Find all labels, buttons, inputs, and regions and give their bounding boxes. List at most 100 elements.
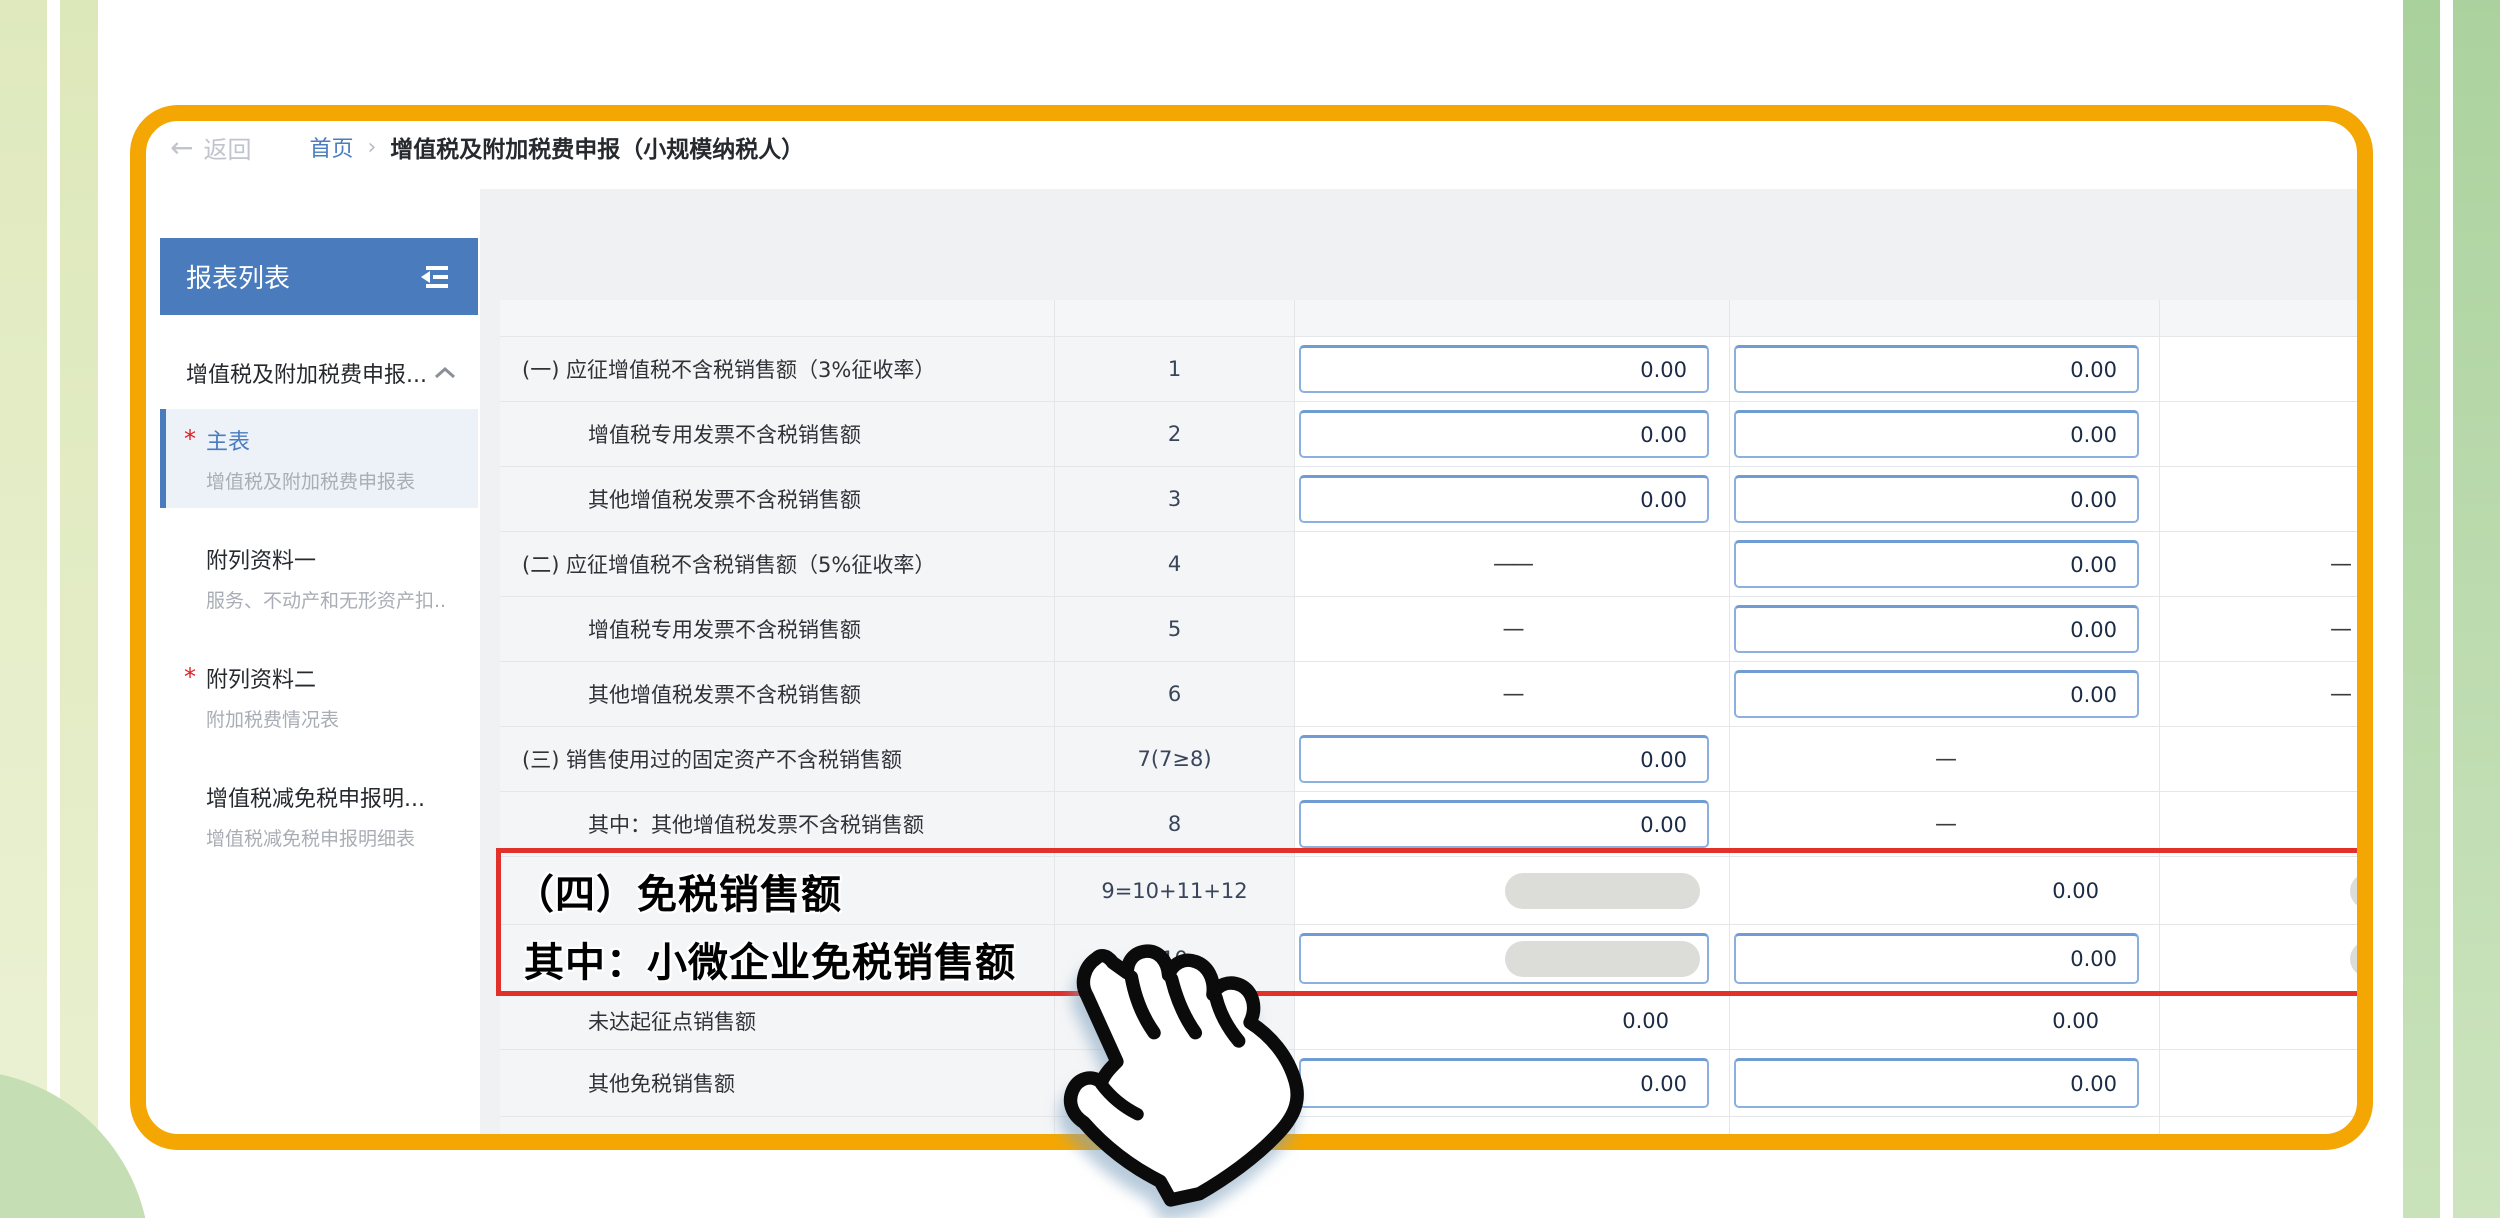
- dash-placeholder: —: [2160, 552, 2373, 577]
- sidebar-item-main-form[interactable]: * 主表 增值税及附加税费申报表: [160, 409, 478, 508]
- sidebar-item-subtitle: 增值税减免税申报明细表: [206, 824, 468, 851]
- back-button[interactable]: 返回: [203, 130, 251, 165]
- amount-input[interactable]: 0.00: [1734, 1058, 2139, 1108]
- right-inner-deco-bar: [2403, 0, 2440, 1218]
- row-number: 13(1: [1055, 1117, 1295, 1150]
- value-cell: 0.00: [1730, 1117, 2160, 1150]
- tutorial-slide: ← 返回 首页 › 增值税及附加税费申报（小规模纳税人） (一) 应征增值税不含…: [0, 0, 2500, 1218]
- sidebar-group-header[interactable]: 增值税及附加税费申报...: [160, 357, 478, 389]
- value-cell: —: [2160, 662, 2373, 726]
- sidebar-item-appendix-1[interactable]: 附列资料一 服务、不动产和无形资产扣..: [160, 528, 478, 627]
- value-cell: [1730, 300, 2160, 336]
- row-label: (一) 应征增值税不含税销售额（3%征收率）: [500, 337, 1055, 401]
- row-number: 4: [1055, 532, 1295, 596]
- left-outer-deco-bar: [0, 0, 47, 1218]
- row-label: 其他增值税发票不含税销售额: [500, 467, 1055, 531]
- value-cell: [2160, 337, 2373, 401]
- sidebar-item-appendix-2[interactable]: * 附列资料二 附加税费情况表: [160, 647, 478, 746]
- table-row: 其他增值税发票不含税销售额30.000.00: [500, 467, 2373, 532]
- amount-input[interactable]: 0.00: [1734, 475, 2139, 523]
- left-inner-deco-bar: [60, 0, 98, 1218]
- row-label: 增值税专用发票不含税销售额: [500, 402, 1055, 466]
- value-cell: 0.00: [1730, 532, 2160, 596]
- right-outer-deco-bar: [2453, 0, 2500, 1218]
- row-number: 10: [1055, 925, 1295, 992]
- sidebar-header: 报表列表: [160, 238, 478, 315]
- sidebar-item-title: 附列资料一: [206, 543, 468, 575]
- row-number: [1055, 993, 1295, 1049]
- value-cell: ——: [1295, 532, 1730, 596]
- amount-input[interactable]: 0.00: [1299, 1058, 1709, 1108]
- breadcrumb-home-link[interactable]: 首页: [309, 131, 353, 163]
- amount-input[interactable]: 0.00: [1299, 345, 1709, 393]
- value-cell: 0.00: [1730, 402, 2160, 466]
- row-number: 9=10+11+12: [1055, 857, 1295, 924]
- value-cell: [2160, 857, 2373, 924]
- value-cell: 0.00: [1295, 402, 1730, 466]
- value-cell: 0.00: [1295, 727, 1730, 791]
- chevron-up-icon: [434, 366, 456, 380]
- sidebar-item-title: 主表: [206, 424, 468, 456]
- declaration-table: (一) 应征增值税不含税销售额（3%征收率）10.000.00增值税专用发票不含…: [500, 300, 2373, 1150]
- value-cell: [1295, 300, 1730, 336]
- value-cell: —: [2160, 532, 2373, 596]
- value-cell: —: [2160, 597, 2373, 661]
- table-row: 其他免税销售额0.000.00: [500, 1050, 2373, 1117]
- amount-input[interactable]: 0.00: [1299, 475, 1709, 523]
- value-cell: [2160, 792, 2373, 856]
- row-number: 8: [1055, 792, 1295, 856]
- value-cell: 0.00: [1730, 1050, 2160, 1116]
- value-cell: 0.00: [1730, 857, 2160, 924]
- value-cell: 0.00: [1730, 597, 2160, 661]
- sidebar-item-subtitle: 服务、不动产和无形资产扣..: [206, 586, 468, 613]
- table-row: 增值税专用发票不含税销售额5—0.00—: [500, 597, 2373, 662]
- row-label: (三) 销售使用过的固定资产不含税销售额: [500, 727, 1055, 791]
- breadcrumb-separator: ›: [367, 135, 376, 160]
- sidebar-header-label: 报表列表: [186, 258, 290, 295]
- row-label: 其中：其他增值税发票不含税销售额: [500, 792, 1055, 856]
- row-number: 1: [1055, 337, 1295, 401]
- amount-input[interactable]: 0.00: [1734, 345, 2139, 393]
- masked-value: [1505, 873, 1700, 909]
- value-cell: [1295, 857, 1730, 924]
- amount-input[interactable]: 0.00: [1734, 540, 2139, 588]
- row-label: 未达起征点销售额: [500, 993, 1055, 1049]
- value-cell: [2160, 402, 2373, 466]
- row-label: 其中：小微企业免税销售额: [500, 925, 1055, 992]
- amount-input[interactable]: 0.00: [1734, 410, 2139, 458]
- row-label: 增值税专用发票不含税销售额: [500, 597, 1055, 661]
- amount-input[interactable]: 0.00: [1299, 410, 1709, 458]
- table-row: 其中：其他增值税发票不含税销售额80.00—: [500, 792, 2373, 857]
- amount-input[interactable]: 0.00: [1299, 735, 1709, 783]
- value-cell: 0.00: [1295, 467, 1730, 531]
- table-row: 其中：小微企业免税销售额10 0.00: [500, 925, 2373, 993]
- table-row: 未达起征点销售额0.000.00: [500, 993, 2373, 1050]
- value-cell: [2160, 727, 2373, 791]
- amount-input[interactable]: 0.00: [1734, 933, 2139, 984]
- value-cell: [2160, 1117, 2373, 1150]
- dash-placeholder: —: [1295, 682, 1729, 707]
- value-cell: [1295, 925, 1730, 992]
- amount-input[interactable]: 0.00: [1299, 800, 1709, 848]
- table-row: (二) 应征增值税不含税销售额（5%征收率）4——0.00—: [500, 532, 2373, 597]
- table-row: (五) 出口免税销售额13(10.000.00: [500, 1117, 2373, 1150]
- amount-value: 0.00: [1622, 1009, 1669, 1033]
- value-cell: [2160, 1050, 2373, 1116]
- sidebar-item-vat-reduction[interactable]: 增值税减免税申报明... 增值税减免税申报明细表: [160, 766, 478, 865]
- amount-input[interactable]: 0.00: [1734, 605, 2139, 653]
- back-arrow-icon[interactable]: ←: [170, 131, 193, 164]
- row-label: （四）免税销售额: [500, 857, 1055, 924]
- row-number: [1055, 1050, 1295, 1116]
- row-number: 5: [1055, 597, 1295, 661]
- collapse-sidebar-icon[interactable]: [418, 263, 452, 291]
- table-row: 增值税专用发票不含税销售额20.000.00: [500, 402, 2373, 467]
- value-cell: [2160, 467, 2373, 531]
- value-cell: 0.00: [1295, 1050, 1730, 1116]
- dash-placeholder: ——: [1295, 552, 1729, 577]
- amount-value: 0.00: [2052, 1138, 2099, 1150]
- row-number: 7(7≥8): [1055, 727, 1295, 791]
- value-cell: 0.00: [1730, 467, 2160, 531]
- report-list-sidebar: 报表列表 增值税及附加税费申报... * 主表 增值税及附加税费申报表: [160, 238, 478, 1150]
- value-cell: 0.00: [1730, 925, 2160, 992]
- amount-input[interactable]: 0.00: [1734, 670, 2139, 718]
